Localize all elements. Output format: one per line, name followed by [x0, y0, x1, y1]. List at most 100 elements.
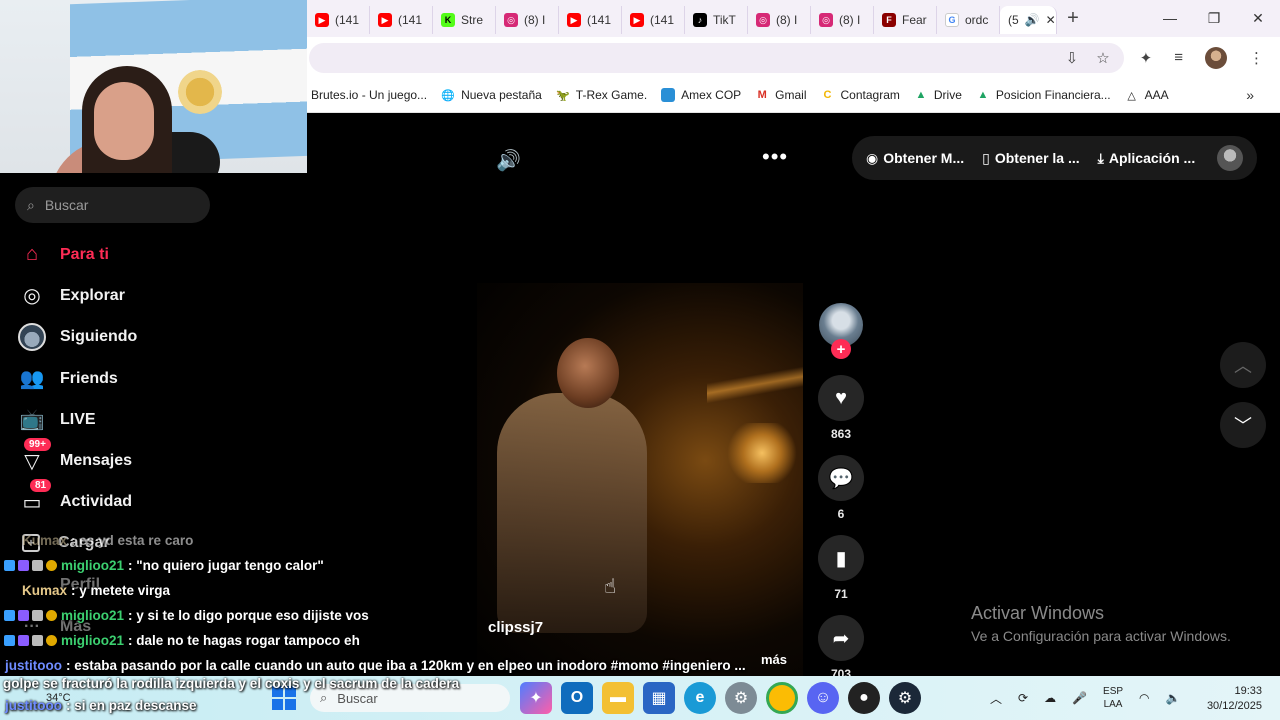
extensions-icon[interactable]: ✦ [1140, 49, 1153, 67]
edge-icon[interactable]: e [684, 682, 716, 714]
browser-tab-active[interactable]: (5 🔊 ✕ [1000, 6, 1057, 34]
next-video-button[interactable]: ﹀ [1220, 402, 1266, 448]
chrome-icon[interactable] [766, 682, 798, 714]
cloud-icon[interactable]: ☁ [1044, 691, 1056, 705]
webcam-overlay [0, 0, 307, 173]
browser-tab[interactable]: K Stre [433, 6, 496, 34]
chat-message: miglioo21 : "no quiero jugar tengo calor… [0, 553, 760, 578]
save-button[interactable]: ▮ [818, 535, 864, 581]
outlook-icon[interactable]: O [561, 682, 593, 714]
comment-button[interactable]: 💬 [818, 455, 864, 501]
browser-tab[interactable]: ◎ (8) I [496, 6, 559, 34]
profile-avatar[interactable] [1205, 46, 1227, 69]
flag-sun [178, 70, 222, 114]
wifi-icon[interactable]: ◠ [1139, 691, 1149, 705]
messages-badge: 99+ [24, 438, 51, 452]
youtube-icon: ▶ [567, 13, 581, 27]
speaker-icon[interactable]: 🔈 [1166, 691, 1181, 705]
new-tab-button[interactable]: + [1057, 7, 1089, 30]
bookmark-item[interactable]: C Contagram [817, 88, 910, 102]
phone-icon: ▯ [982, 149, 990, 166]
store-icon[interactable]: ▦ [643, 682, 675, 714]
browser-tab[interactable]: F Fear [874, 6, 937, 34]
follow-plus-icon[interactable]: + [831, 339, 851, 359]
sidebar-item-explorar[interactable]: ◎ Explorar [18, 275, 137, 316]
obs-icon[interactable]: ● [848, 682, 880, 714]
chat-message: Kumax : es yd esta re caro [22, 533, 194, 548]
chat-badges [4, 635, 57, 646]
sidebar-item-friends[interactable]: 👥 Friends [18, 358, 137, 399]
bookmarks-bar: Brutes.io - Un juego... 🌐 Nueva pestaña 🦖… [307, 78, 1280, 113]
browser-tab[interactable]: Gordc [937, 6, 1000, 34]
author-avatar[interactable]: + [819, 303, 863, 359]
browser-tab[interactable]: ▶ (141 [622, 6, 685, 34]
language-indicator[interactable]: ESP LAA [1103, 685, 1123, 711]
sidebar-nav: ⌂ Para ti ◎ Explorar Siguiendo 👥 Friends… [18, 234, 137, 523]
bookmark-item[interactable]: Amex COP [657, 88, 751, 102]
microphone-icon[interactable]: 🎤 [1072, 691, 1087, 705]
previous-video-button[interactable]: ︿ [1220, 342, 1266, 388]
omnibox[interactable]: ⇩ ☆ [309, 42, 1124, 73]
youtube-icon: ▶ [315, 13, 329, 27]
video-actions: + ♥ 863 💬 6 ▮ 71 ➦ 703 [818, 303, 864, 695]
youtube-icon: ▶ [378, 13, 392, 27]
share-button[interactable]: ➦ [818, 615, 864, 661]
browser-tab[interactable]: ◎ (8) I [748, 6, 811, 34]
like-button[interactable]: ♥ [818, 375, 864, 421]
bookmark-item[interactable]: ▲ Drive [910, 88, 972, 102]
sync-icon[interactable]: ⟳ [1018, 691, 1028, 705]
browser-tab[interactable]: ♪ TikT [685, 6, 748, 34]
search-input[interactable]: ⌕ Buscar [15, 187, 210, 223]
menu-kebab-icon[interactable]: ⋮ [1249, 49, 1264, 67]
bookmark-item[interactable]: M Gmail [751, 88, 816, 102]
volume-icon[interactable]: 🔊 [496, 148, 521, 173]
more-bookmarks-icon[interactable]: » [1246, 87, 1280, 103]
sidebar-item-mensajes[interactable]: ▽ 99+ Mensajes [18, 438, 137, 481]
like-count: 863 [830, 427, 852, 441]
bookmark-item[interactable]: Brutes.io - Un juego... [307, 88, 437, 102]
tiktok-icon: ♪ [693, 13, 707, 27]
bookmark-item[interactable]: 🦖 T-Rex Game. [552, 88, 657, 102]
drive-icon: ▲ [977, 89, 989, 101]
clock[interactable]: 19:33 30/12/2025 [1200, 684, 1262, 714]
browser-tab[interactable]: ▶ (141 [559, 6, 622, 34]
chevron-up-icon[interactable]: ︿ [990, 690, 1002, 707]
gmail-icon: M [757, 89, 767, 101]
browser-tab[interactable]: ◎ (8) I [811, 6, 874, 34]
close-window-button[interactable]: ✕ [1236, 10, 1280, 27]
file-explorer-icon[interactable]: ▬ [602, 682, 634, 714]
close-tab-icon[interactable]: ✕ [1046, 13, 1056, 27]
discord-icon[interactable]: ☺ [807, 682, 839, 714]
user-avatar[interactable] [1217, 145, 1243, 171]
drive-icon: ▲ [915, 89, 927, 101]
see-more-link[interactable]: más [761, 652, 787, 667]
video-description: peo un inodoro #momo #ingeniero ... [508, 658, 746, 673]
copilot-icon[interactable]: ✦ [520, 682, 552, 714]
get-coins-button[interactable]: ◉ Obtener M... [866, 150, 964, 167]
settings-icon[interactable]: ⚙ [725, 682, 757, 714]
aaa-icon: △ [1127, 89, 1136, 102]
chat-message: miglioo21 : y si te lo digo porque eso d… [0, 603, 760, 628]
sidebar-item-actividad[interactable]: ▭ 81 Actividad [18, 479, 137, 523]
browser-tab[interactable]: ▶ (141 [370, 6, 433, 34]
sidebar-item-live[interactable]: 📺 LIVE [18, 399, 137, 440]
chevron-down-icon: ﹀ [1234, 416, 1252, 436]
chat-badges [4, 610, 57, 621]
minimize-button[interactable]: — [1148, 10, 1192, 27]
sidebar-item-para-ti[interactable]: ⌂ Para ti [18, 234, 137, 275]
browser-tab[interactable]: ▶ (141 [307, 6, 370, 34]
video-person-head [557, 338, 619, 408]
media-control-icon[interactable]: ≡ [1174, 49, 1183, 66]
install-app-icon[interactable]: ⇩ [1066, 49, 1079, 67]
steam-icon[interactable]: ⚙ [889, 682, 921, 714]
get-app-button[interactable]: ▯ Obtener la ... [982, 150, 1080, 167]
bookmark-item[interactable]: 🌐 Nueva pestaña [437, 88, 552, 102]
bookmark-star-icon[interactable]: ☆ [1096, 49, 1109, 67]
desktop-app-button[interactable]: ⤓ Aplicación ... [1098, 150, 1196, 167]
sidebar-item-siguiendo[interactable]: Siguiendo [18, 317, 137, 358]
bookmark-item[interactable]: ▲ Posicion Financiera... [972, 88, 1121, 102]
more-options-icon[interactable]: ••• [762, 144, 788, 170]
browser-tab-bar: ▶ (141 ▶ (141 K Stre ◎ (8) I ▶ (141 ▶ (141 ♪ Ti… [307, 0, 1280, 37]
restore-button[interactable]: ❐ [1192, 10, 1236, 27]
bookmark-item[interactable]: △ AAA [1121, 88, 1179, 102]
